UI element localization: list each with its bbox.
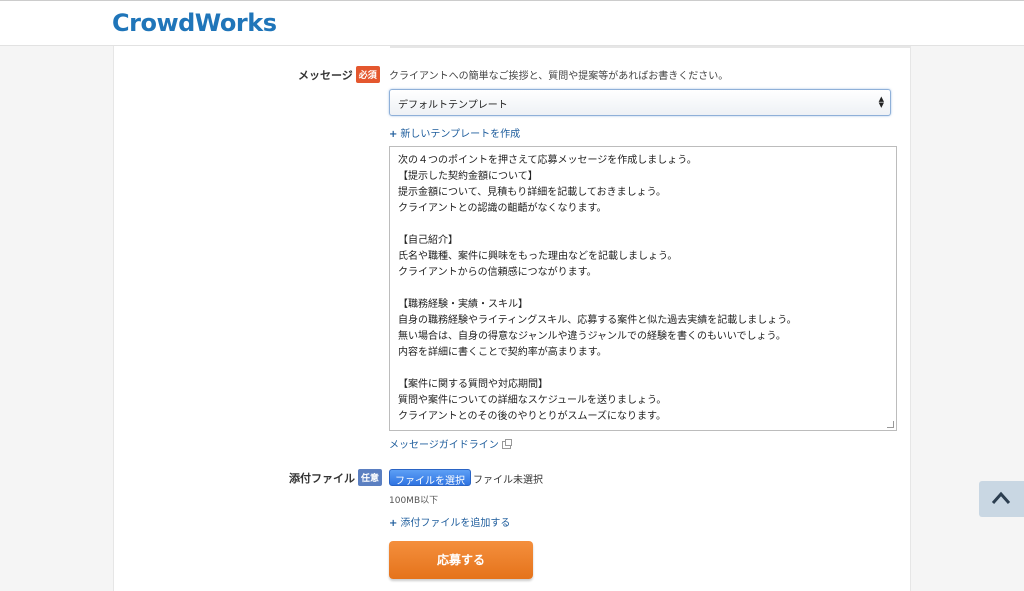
file-status: ファイル未選択 (473, 475, 543, 486)
plus-icon: + (389, 518, 398, 529)
add-attachment-link[interactable]: + 添付ファイルを追加する (389, 514, 510, 529)
message-line: クライアントとの認識の齟齬がなくなります。 (398, 203, 607, 214)
message-guideline-link[interactable]: メッセージガイドライン (389, 436, 512, 451)
message-label-text: メッセージ (298, 69, 353, 82)
add-attachment-link-label: 添付ファイルを追加する (400, 518, 511, 529)
message-line: 提示金額について、見積もり詳細を記載しておきましょう。 (398, 187, 666, 198)
external-link-icon (501, 439, 512, 449)
divider (390, 46, 910, 48)
message-line: クライアントとのその後のやりとりがスムーズになります。 (398, 411, 666, 422)
top-header: CrowdWorks (0, 0, 1024, 46)
message-line: 【職務経験・実績・スキル】 (398, 299, 528, 310)
resize-handle[interactable] (887, 421, 894, 428)
template-select-value: デフォルトテンプレート (398, 100, 508, 111)
message-line (398, 217, 888, 233)
attachment-label-text: 添付ファイル (289, 472, 355, 485)
message-line (398, 281, 888, 297)
message-textarea[interactable]: 次の４つのポイントを押さえて応募メッセージを作成しましょう。 【提示した契約金額… (389, 146, 897, 431)
new-template-link[interactable]: + 新しいテンプレートを作成 (389, 125, 520, 140)
choose-file-button[interactable]: ファイルを選択 (389, 469, 471, 487)
message-line: 質問や案件についての詳細なスケジュールを送りましょう。 (398, 395, 667, 406)
required-badge: 必須 (355, 66, 380, 83)
message-line: 自身の職務経験やライティングスキル、応募する案件と似た過去実績を記載しましょう。 (398, 315, 797, 326)
back-to-top-button[interactable] (979, 481, 1024, 517)
message-line: 内容を詳細に書くことで契約率が高まります。 (398, 347, 607, 358)
crowdworks-logo[interactable]: CrowdWorks (112, 9, 277, 37)
new-template-link-label: 新しいテンプレートを作成 (400, 129, 521, 140)
message-guideline-label: メッセージガイドライン (389, 440, 499, 451)
message-line: 【案件に関する質問や対応期間】 (398, 379, 548, 390)
message-hint: クライアントへの簡単なご挨拶と、質問や提案等があればお書きください。 (389, 71, 729, 82)
message-label: メッセージ 必須 (298, 66, 380, 83)
message-line: 【提示した契約金額について】 (398, 171, 538, 182)
select-arrows-icon: ▲ ▼ (878, 95, 884, 109)
message-line: 次の４つのポイントを押さえて応募メッセージを作成しましょう。 (398, 155, 697, 166)
message-line: 氏名や職種、案件に興味をもった理由などを記載しましょう。 (398, 251, 678, 262)
optional-badge: 任意 (358, 469, 383, 486)
message-line: 無い場合は、自身の得意なジャンルや違うジャンルでの経験を書くのもいいでしょう。 (398, 331, 786, 342)
attachment-label: 添付ファイル 任意 (289, 469, 383, 486)
plus-icon: + (389, 129, 398, 140)
file-size-limit: 100MB以下 (389, 496, 439, 506)
chevron-up-icon (991, 491, 1011, 504)
message-line (398, 361, 888, 377)
template-select[interactable]: デフォルトテンプレート ▲ ▼ (389, 89, 891, 116)
message-line: クライアントからの信頼感につながります。 (398, 267, 597, 278)
message-line: 【自己紹介】 (398, 235, 458, 246)
apply-button[interactable]: 応募する (389, 541, 533, 579)
